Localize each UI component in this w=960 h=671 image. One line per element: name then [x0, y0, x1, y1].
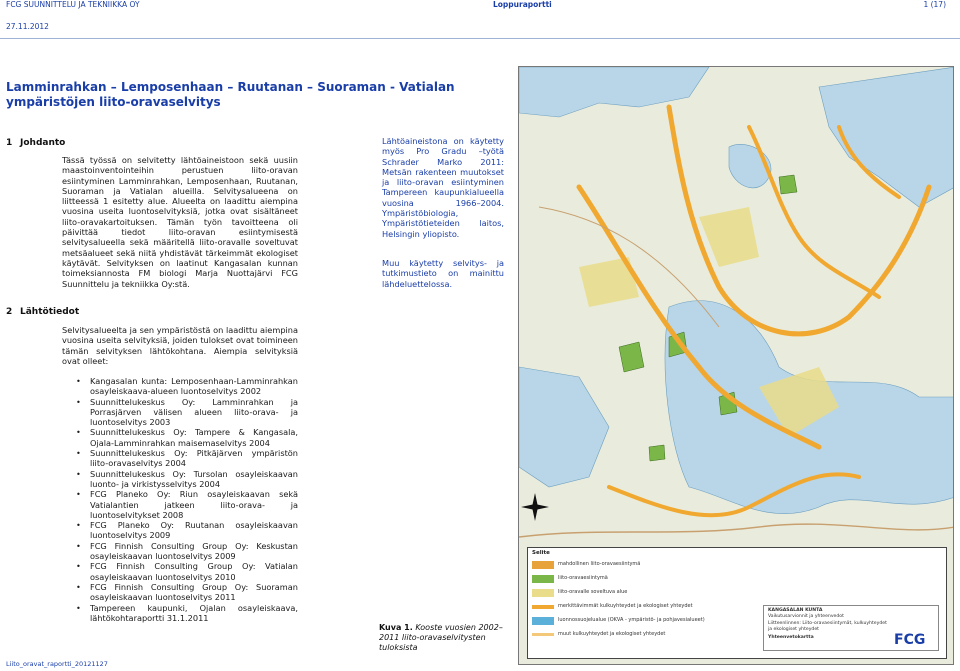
info-line: KANGASALAN KUNTA [768, 608, 823, 613]
legend-swatch [532, 575, 554, 583]
legend-swatch [532, 561, 554, 569]
side-note-sources: Lähtöaineistona on käytetty myös Pro Gra… [382, 136, 504, 239]
list-item: FCG Planeko Oy: Ruutanan osayleiskaavan … [76, 520, 298, 541]
legend-item: merkittävimmät kulkuyhteydet ja ekologis… [532, 602, 752, 614]
info-line: Vaikutusarvionnit ja yhteenvedot [768, 614, 844, 619]
caption-label: Kuva 1. [379, 623, 413, 632]
section-number: 2 [6, 307, 13, 317]
report-type: Loppuraportti [493, 0, 552, 9]
reference-list: Kangasalan kunta: Lemposenhaan-Lamminrah… [76, 376, 298, 623]
list-item: FCG Planeko Oy: Riun osayleiskaavan sekä… [76, 489, 298, 520]
list-item: Suunnittelukeskus Oy: Pitkäjärven ympäri… [76, 448, 298, 469]
header-divider [0, 38, 960, 39]
occurrence-area [648, 444, 666, 462]
section-title: Lähtötiedot [20, 307, 80, 317]
section-title: Johdanto [20, 138, 66, 148]
list-item: Suunnittelukeskus Oy: Tursolan osayleisk… [76, 469, 298, 490]
occurrence-area [778, 174, 798, 195]
section-heading-johdanto: 1 Johdanto [6, 138, 65, 148]
page-number: 1 (17) [923, 0, 946, 9]
legend-swatch [532, 633, 554, 636]
info-line: ja ekologiset yhteydet [768, 627, 819, 632]
list-item: Suunnittelukeskus Oy: Tampere & Kangasal… [76, 427, 298, 448]
legend-label: mahdollinen liito-oravaesiintymä [558, 561, 641, 567]
legend-swatch [532, 589, 554, 597]
list-item: Tampereen kaupunki, Ojalan osayleiskaava… [76, 603, 298, 624]
sources-paragraph: Selvitysalueelta ja sen ympäristöstä on … [62, 325, 298, 366]
company-name: FCG SUUNNITTELU JA TEKNIIKKA OY [6, 0, 140, 9]
section-number: 1 [6, 138, 13, 148]
legend-item: mahdollinen liito-oravaesiintymä [532, 560, 752, 572]
section-heading-lahtotiedot: 2 Lähtötiedot [6, 307, 79, 317]
page-footer: Liito_oravat_raportti_20121127 [6, 660, 108, 668]
legend-item: luonnossuojelualue (OKVA - ympäristö- ja… [532, 616, 752, 628]
list-item: FCG Finnish Consulting Group Oy: Keskust… [76, 541, 298, 562]
legend-label: muut kulkuyhteydet ja ekologiset yhteyde… [558, 631, 666, 637]
overview-map: Selite mahdollinen liito-oravaesiintymä … [518, 66, 954, 665]
header-date: 27.11.2012 [6, 22, 49, 31]
list-item: Suunnittelukeskus Oy: Lamminrahkan ja Po… [76, 397, 298, 428]
legend-item: liito-oravaesiintymä [532, 574, 752, 586]
list-item: FCG Finnish Consulting Group Oy: Vatiala… [76, 561, 298, 582]
legend-label: liito-oravaesiintymä [558, 575, 608, 581]
page-header: FCG SUUNNITTELU JA TEKNIIKKA OY Loppurap… [6, 0, 952, 10]
map-info-box: KANGASALAN KUNTA Vaikutusarvionnit ja yh… [763, 605, 939, 651]
legend-label: merkittävimmät kulkuyhteydet ja ekologis… [558, 603, 693, 609]
list-item: FCG Finnish Consulting Group Oy: Suorama… [76, 582, 298, 603]
info-line: Liitteenlinnen: Liito-oravaesiintymät, k… [768, 621, 887, 626]
legend-label: luonnossuojelualue (OKVA - ympäristö- ja… [558, 617, 705, 623]
figure-caption: Kuva 1. Kooste vuosien 2002–2011 liito-o… [379, 623, 509, 653]
legend-title: Selite [532, 550, 550, 556]
side-note-other: Muu käytetty selvitys- ja tutkimustieto … [382, 258, 504, 289]
legend-label: liito-oravalle soveltuva alue [558, 589, 628, 595]
legend-swatch [532, 617, 554, 625]
info-line: Yhteenvetokartta [768, 635, 814, 640]
legend-swatch [532, 605, 554, 609]
legend-item: muut kulkuyhteydet ja ekologiset yhteyde… [532, 630, 752, 642]
document-title: Lamminrahkan – Lemposenhaan – Ruutanan –… [6, 80, 455, 109]
legend-item: liito-oravalle soveltuva alue [532, 588, 752, 600]
fcg-logo: FCG [894, 632, 926, 648]
list-item: Kangasalan kunta: Lemposenhaan-Lamminrah… [76, 376, 298, 397]
intro-paragraph: Tässä työssä on selvitetty lähtöaineisto… [62, 155, 298, 289]
